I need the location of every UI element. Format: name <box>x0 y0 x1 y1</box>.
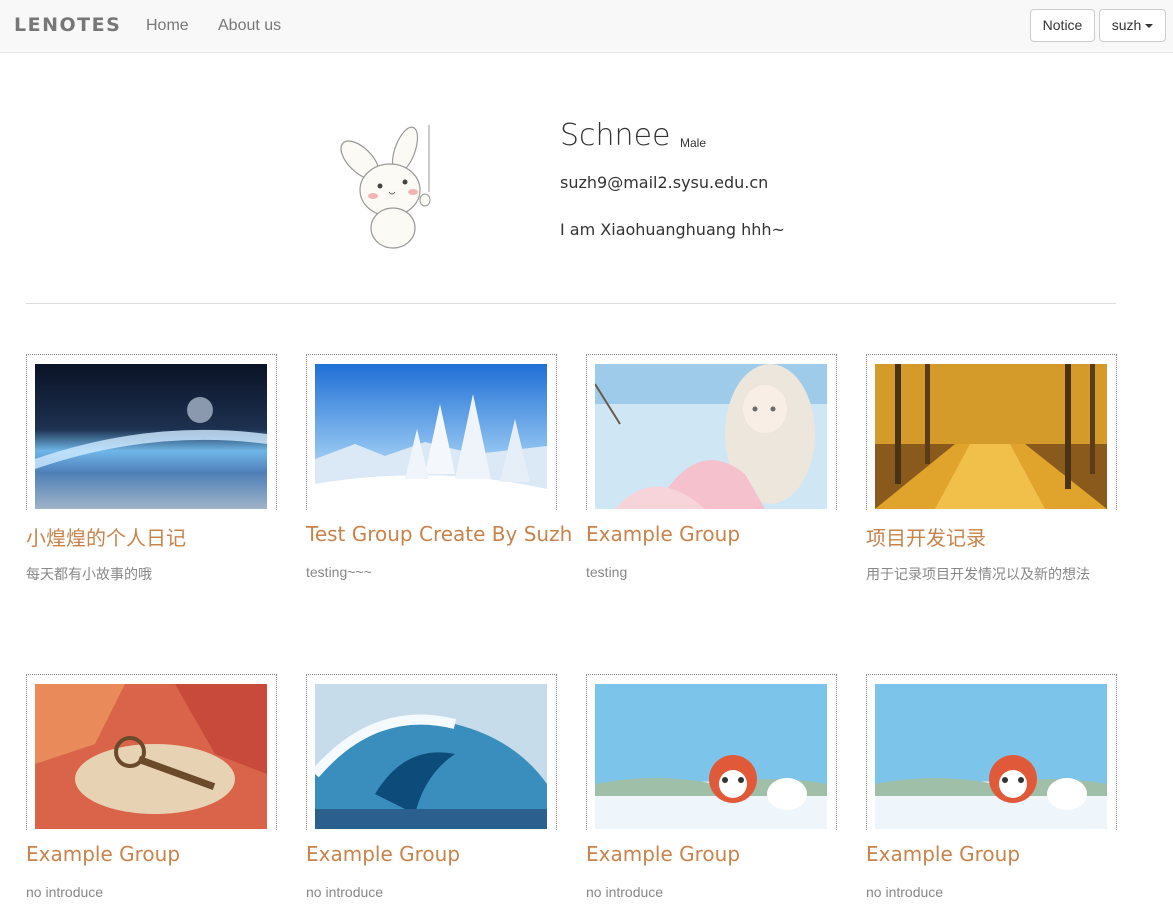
group-thumbnail[interactable] <box>26 354 277 510</box>
notice-button[interactable]: Notice <box>1030 9 1095 42</box>
group-title[interactable]: Example Group <box>26 842 180 866</box>
group-description: 用于记录项目开发情况以及新的想法 <box>866 566 1090 582</box>
avatar <box>325 120 445 250</box>
cartoon-fox-sky-image <box>875 684 1107 829</box>
group-thumbnail[interactable] <box>306 674 557 830</box>
group-description: no introduce <box>26 884 104 900</box>
group-title[interactable]: Example Group <box>866 842 1020 866</box>
group-thumbnail[interactable] <box>586 674 837 830</box>
group-description: 每天都有小故事的哦 <box>26 566 152 582</box>
group-thumbnail[interactable] <box>586 354 837 510</box>
group-thumbnail[interactable] <box>26 674 277 830</box>
profile-name: Schnee <box>560 118 671 153</box>
nav-home-link[interactable]: Home <box>146 17 189 35</box>
cartoon-fox-sky-image <box>595 684 827 829</box>
user-menu-label: suzh <box>1111 17 1142 33</box>
navbar: LENOTES Home About us Notice suzh <box>0 0 1173 53</box>
anime-girl-image <box>595 364 827 509</box>
group-title[interactable]: 项目开发记录 <box>866 522 986 551</box>
group-description: no introduce <box>306 884 384 900</box>
profile-email: suzh9@mail2.sysu.edu.cn <box>560 173 769 192</box>
user-menu-button[interactable]: suzh <box>1099 9 1166 42</box>
key-on-leaves-image <box>35 684 267 829</box>
nav-about-link[interactable]: About us <box>218 17 281 35</box>
group-description: testing <box>586 564 628 580</box>
group-description: no introduce <box>866 884 944 900</box>
snowy-trees-image <box>315 364 547 509</box>
brand-logo[interactable]: LENOTES <box>14 14 121 36</box>
group-description: no introduce <box>586 884 664 900</box>
profile-gender: Male <box>680 136 707 150</box>
group-thumbnail[interactable] <box>306 354 557 510</box>
group-thumbnail[interactable] <box>866 674 1117 830</box>
group-title[interactable]: Example Group <box>586 522 740 546</box>
caret-down-icon <box>1145 24 1154 29</box>
notice-button-label: Notice <box>1042 17 1083 33</box>
group-thumbnail[interactable] <box>866 354 1117 510</box>
group-title[interactable]: Example Group <box>306 842 460 866</box>
group-title[interactable]: Example Group <box>586 842 740 866</box>
group-description: testing~~~ <box>306 564 372 580</box>
divider <box>26 303 1116 304</box>
group-title[interactable]: 小煌煌的个人日记 <box>26 522 186 551</box>
profile-bio: I am Xiaohuanghuang hhh~ <box>560 220 785 239</box>
ocean-wave-image <box>315 684 547 829</box>
earth-from-space-image <box>35 364 267 509</box>
group-title[interactable]: Test Group Create By Suzh <box>306 522 572 546</box>
autumn-forest-path-image <box>875 364 1107 509</box>
